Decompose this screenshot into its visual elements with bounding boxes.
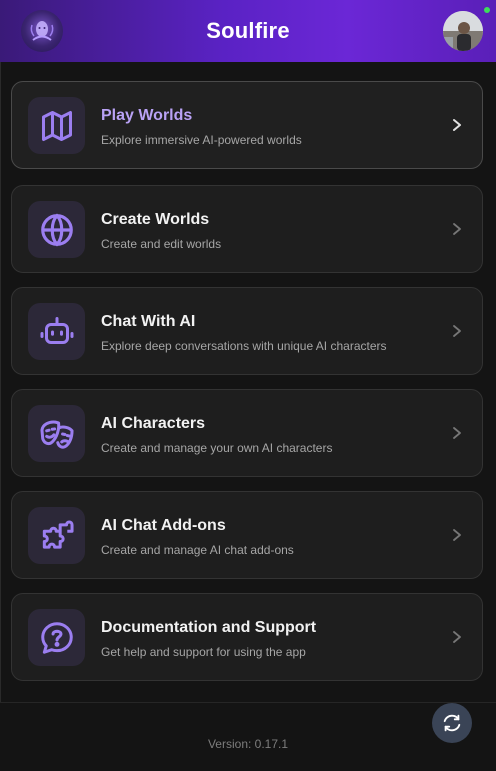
app-window: Soulfire Play Worlds Explore immersive A…	[0, 0, 496, 771]
menu-card-description: Create and manage AI chat add-ons	[101, 543, 294, 557]
chevron-right-icon	[450, 222, 464, 236]
menu-card-description: Create and edit worlds	[101, 237, 222, 251]
menu-card-title: Chat With AI	[101, 313, 196, 330]
menu-card-ai-characters[interactable]: AI Characters Create and manage your own…	[11, 389, 483, 477]
app-title: Soulfire	[206, 18, 290, 43]
menu-card-description: Explore deep conversations with unique A…	[101, 339, 387, 353]
menu-card-chat-with-ai[interactable]: Chat With AI Explore deep conversations …	[11, 287, 483, 375]
version-label: Version: 0.17.1	[207, 737, 289, 751]
theater-masks-icon	[28, 405, 85, 462]
menu-card-ai-chat-add-ons[interactable]: AI Chat Add-ons Create and manage AI cha…	[11, 491, 483, 579]
user-avatar[interactable]	[443, 11, 483, 51]
map-icon	[28, 97, 85, 154]
soulfire-logo-icon[interactable]	[21, 10, 63, 52]
menu-card-title: Create Worlds	[101, 211, 210, 228]
globe-icon	[28, 201, 85, 258]
menu-card-title: Play Worlds	[101, 107, 193, 124]
menu-card-title: Documentation and Support	[101, 619, 317, 636]
chevron-right-icon	[450, 324, 464, 338]
menu-card-create-worlds[interactable]: Create Worlds Create and edit worlds	[11, 185, 483, 273]
menu-card-description: Get help and support for using the app	[101, 645, 306, 659]
chevron-right-icon	[450, 630, 464, 644]
window-edge	[0, 62, 1, 771]
help-bubble-icon	[28, 609, 85, 666]
menu-card-title: AI Chat Add-ons	[101, 517, 226, 534]
chevron-right-icon	[450, 426, 464, 440]
chevron-right-icon	[450, 528, 464, 542]
menu-card-documentation-and-support[interactable]: Documentation and Support Get help and s…	[11, 593, 483, 681]
app-header: Soulfire	[0, 0, 496, 62]
puzzle-icon	[28, 507, 85, 564]
menu-card-title: AI Characters	[101, 415, 206, 432]
app-footer: Version: 0.17.1	[0, 702, 496, 771]
refresh-icon	[443, 714, 461, 732]
menu-card-description: Create and manage your own AI characters	[101, 441, 333, 455]
menu-card-description: Explore immersive AI-powered worlds	[101, 133, 302, 147]
robot-icon	[28, 303, 85, 360]
online-status-dot	[484, 7, 490, 13]
chevron-right-icon	[450, 118, 464, 132]
menu-card-play-worlds[interactable]: Play Worlds Explore immersive AI-powered…	[11, 81, 483, 169]
